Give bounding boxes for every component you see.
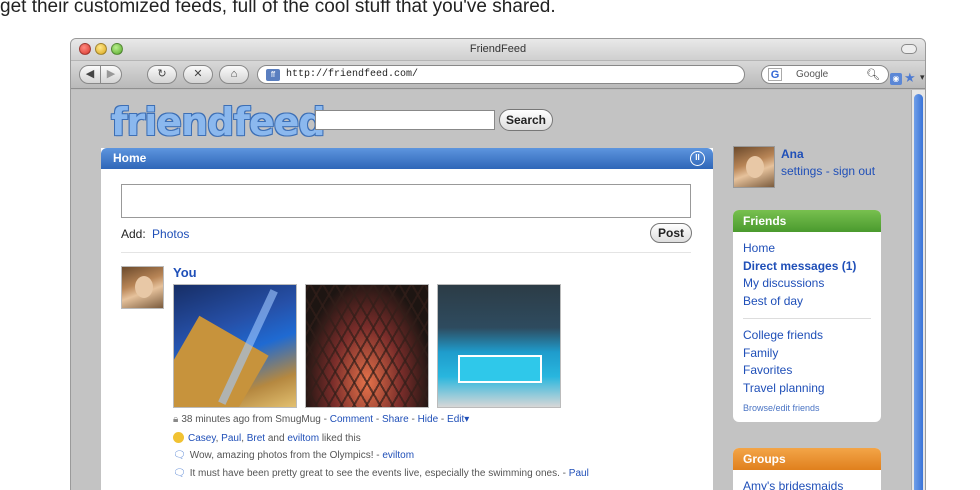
- groups-list: Amy's bridesmaids: [733, 470, 881, 490]
- vertical-scrollbar[interactable]: [911, 90, 925, 490]
- site-search-input[interactable]: [315, 110, 495, 130]
- comment-link[interactable]: Comment: [330, 414, 373, 425]
- entry-meta-row: 🔒︎ 38 minutes ago from SmugMug - Comment …: [173, 414, 470, 425]
- browse-edit-friends-link[interactable]: Browse/edit friends: [743, 403, 871, 413]
- photo-detail: [306, 285, 428, 407]
- site-search-button[interactable]: Search: [499, 109, 553, 131]
- browser-toolbar: ◀ ▶ ↻ ✕ ⌂ ff http://friendfeed.com/ ◉ ★ …: [71, 61, 925, 89]
- site-favicon-icon: ff: [266, 69, 280, 81]
- google-icon[interactable]: G: [768, 68, 782, 81]
- comment-bubble-icon: 🗨︎: [173, 450, 186, 461]
- post-button[interactable]: Post: [650, 223, 692, 243]
- groups-panel: Groups Amy's bridesmaids: [733, 448, 881, 490]
- scrollbar-thumb[interactable]: [914, 94, 923, 490]
- sign-out-link[interactable]: sign out: [833, 164, 875, 178]
- title-bar: FriendFeed: [71, 39, 925, 61]
- url-text[interactable]: http://friendfeed.com/: [286, 69, 418, 80]
- liker-link[interactable]: Bret: [247, 433, 265, 444]
- profile-links: settings - sign out: [781, 164, 876, 178]
- groups-panel-title: Groups: [733, 448, 881, 470]
- liker-link[interactable]: Casey: [188, 433, 216, 444]
- friends-panel: Friends Home Direct messages (1) My disc…: [733, 210, 881, 422]
- comment-author-link[interactable]: eviltom: [382, 450, 414, 461]
- home-button[interactable]: ⌂: [219, 65, 249, 84]
- reload-button[interactable]: ↻: [147, 65, 177, 84]
- share-text-input[interactable]: [121, 184, 691, 218]
- pause-icon[interactable]: II: [690, 151, 705, 166]
- back-button[interactable]: ◀: [79, 65, 101, 84]
- settings-link[interactable]: settings: [781, 164, 822, 178]
- caption-text: get their customized feeds, full of the …: [0, 0, 556, 17]
- window-title: FriendFeed: [469, 43, 527, 55]
- friends-nav-direct-messages[interactable]: Direct messages (1): [743, 258, 871, 276]
- address-bar[interactable]: ff http://friendfeed.com/ ◉ ★ ▾: [257, 65, 925, 85]
- browser-search-placeholder: Google: [796, 69, 829, 80]
- comment-text: Wow, amazing photos from the Olympics! -: [189, 450, 380, 461]
- forward-button[interactable]: ▶: [100, 65, 122, 84]
- home-feed-panel: Home II Add: Photos Post You 🔒︎ 38 minut…: [101, 148, 713, 490]
- entry-likes-row: Casey, Paul, Bret and eviltom liked this: [173, 432, 361, 444]
- friends-panel-title: Friends: [733, 210, 881, 232]
- lock-icon: 🔒︎: [173, 414, 179, 425]
- toolbar-toggle-button[interactable]: [901, 44, 917, 54]
- chevron-down-icon[interactable]: ▾: [464, 414, 469, 425]
- smiley-icon: [173, 432, 184, 443]
- reload-icon: ↻: [157, 68, 167, 80]
- home-panel-title: Home: [113, 151, 147, 165]
- photo-thumbnail[interactable]: [305, 284, 429, 408]
- chevron-down-icon[interactable]: ▾: [920, 72, 925, 83]
- friendfeed-logo[interactable]: friendfeed: [111, 100, 326, 144]
- add-photos-link[interactable]: Photos: [152, 227, 189, 241]
- forward-icon: ▶: [106, 68, 116, 80]
- friend-list-travel-planning[interactable]: Travel planning: [743, 380, 871, 398]
- likes-suffix-text: liked this: [321, 433, 361, 444]
- add-row: Add: Photos: [121, 227, 189, 241]
- comment-row: 🗨︎ Wow, amazing photos from the Olympics!…: [173, 450, 414, 461]
- home-panel-header: Home II: [101, 148, 713, 169]
- profile-avatar[interactable]: [733, 146, 775, 188]
- back-icon: ◀: [85, 68, 95, 80]
- friends-list: Home Direct messages (1) My discussions …: [733, 232, 881, 413]
- home-icon: ⌂: [230, 68, 238, 80]
- friends-nav-my-discussions[interactable]: My discussions: [743, 275, 871, 293]
- friend-list-favorites[interactable]: Favorites: [743, 362, 871, 380]
- hide-link[interactable]: Hide: [418, 414, 439, 425]
- entry-user-link[interactable]: You: [173, 265, 197, 280]
- friend-list-college-friends[interactable]: College friends: [743, 327, 871, 345]
- friends-nav-best-of-day[interactable]: Best of day: [743, 293, 871, 311]
- edit-link[interactable]: Edit: [447, 414, 464, 425]
- liker-link[interactable]: Paul: [221, 433, 241, 444]
- likes-and-text: and: [267, 433, 285, 444]
- photo-detail: [458, 355, 542, 383]
- photo-thumbnail[interactable]: [437, 284, 561, 408]
- rss-icon[interactable]: ◉: [890, 73, 902, 85]
- browser-search-field[interactable]: G Google 🔍︎: [761, 65, 889, 84]
- stop-icon: ✕: [193, 68, 203, 80]
- profile-name-link[interactable]: Ana: [781, 147, 804, 161]
- page-viewport: friendfeed Search Home II Add: Photos Po…: [71, 90, 913, 490]
- comment-text: It must have been pretty great to see th…: [189, 468, 567, 479]
- comment-row: 🗨︎ It must have been pretty great to see …: [173, 468, 589, 479]
- friends-divider: [743, 318, 871, 319]
- add-label: Add:: [121, 227, 146, 241]
- browser-window: FriendFeed ◀ ▶ ↻ ✕ ⌂ ff http://friendfee…: [70, 38, 926, 490]
- photo-thumbnail[interactable]: [173, 284, 297, 408]
- share-link[interactable]: Share: [382, 414, 409, 425]
- friend-list-family[interactable]: Family: [743, 345, 871, 363]
- feed-divider: [121, 252, 691, 253]
- entry-avatar[interactable]: [121, 266, 164, 309]
- liker-link[interactable]: eviltom: [287, 433, 319, 444]
- magnifier-icon[interactable]: 🔍︎: [866, 68, 880, 81]
- comment-author-link[interactable]: Paul: [569, 468, 589, 479]
- group-link[interactable]: Amy's bridesmaids: [743, 478, 871, 490]
- bookmark-star-icon[interactable]: ★: [904, 70, 916, 86]
- stop-button[interactable]: ✕: [183, 65, 213, 84]
- entry-time-text: 38 minutes ago from SmugMug -: [181, 414, 327, 425]
- comment-bubble-icon: 🗨︎: [173, 468, 186, 479]
- friends-nav-home[interactable]: Home: [743, 240, 871, 258]
